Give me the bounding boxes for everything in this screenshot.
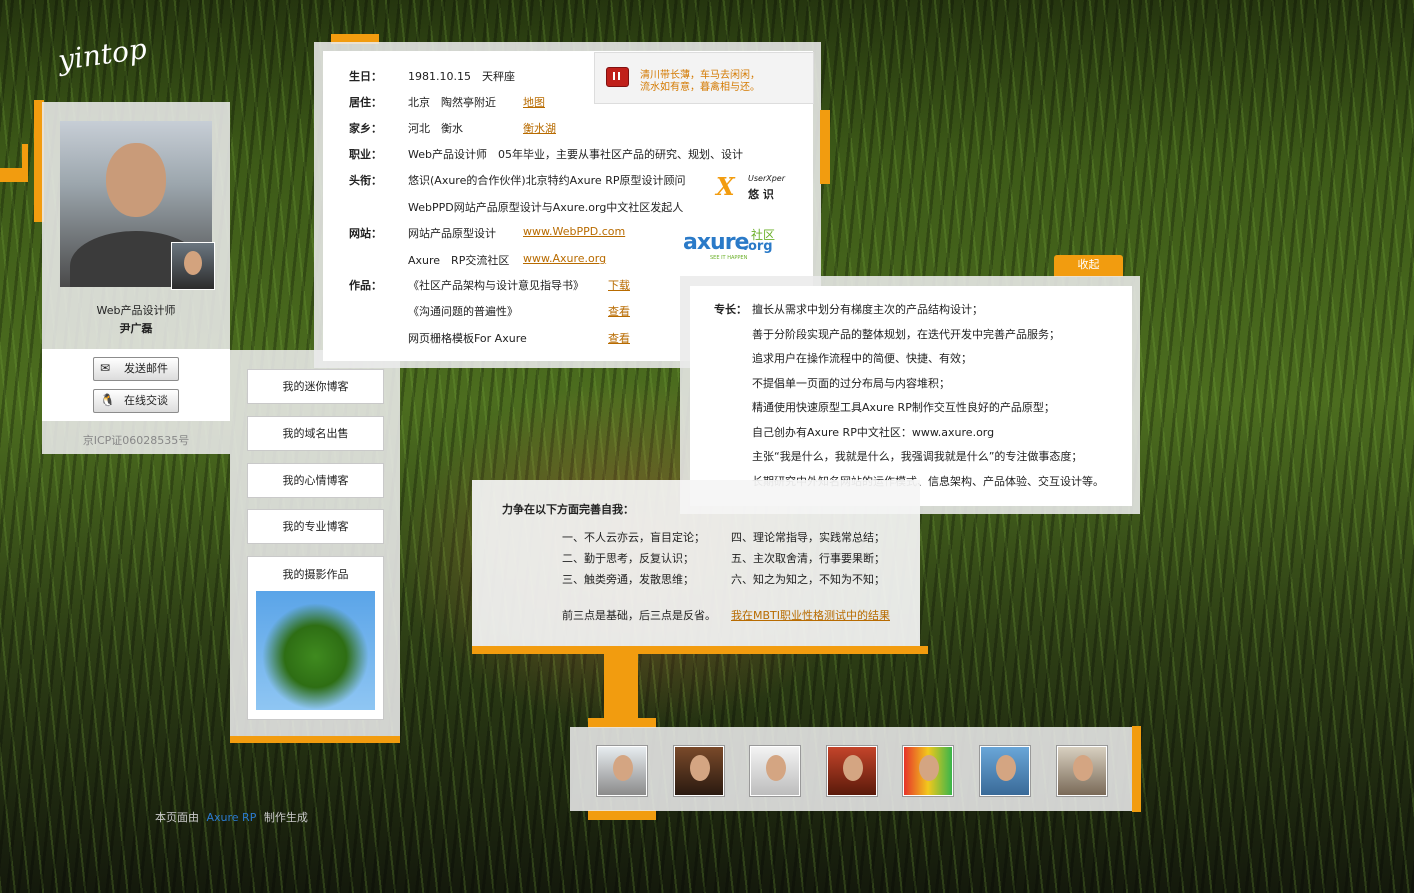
birthday-label: 生日： xyxy=(349,70,382,83)
webppd-link[interactable]: www.WebPPD.com xyxy=(523,225,625,238)
pause-icon-bar xyxy=(618,72,620,80)
title-label: 头衔： xyxy=(349,174,382,187)
improve-right-item: 五、主次取舍清，行事要果断； xyxy=(731,552,885,565)
userxper-x-icon: X xyxy=(716,172,735,201)
nav-photo-works[interactable]: 我的摄影作品 xyxy=(248,566,383,582)
improve-summary: 前三点是基础，后三点是反省。 xyxy=(562,609,716,622)
work-1: 《社区产品架构与设计意见指导书》 xyxy=(408,279,584,292)
collapse-button[interactable]: 收起 xyxy=(1054,255,1123,277)
friend-avatar[interactable] xyxy=(596,745,648,797)
send-mail-label: 发送邮件 xyxy=(124,362,168,375)
site-logo[interactable]: yintop xyxy=(56,32,149,77)
specialty-item: 自己创办有Axure RP中文社区：www.axure.org xyxy=(752,426,995,439)
footer-credit: 本页面由 Axure RP 制作生成 xyxy=(155,809,308,825)
online-chat-button[interactable]: 🐧 在线交谈 xyxy=(93,389,179,413)
works-label: 作品： xyxy=(349,279,382,292)
nav-domain-sale[interactable]: 我的域名出售 xyxy=(247,416,384,451)
specialty-item: 擅长从需求中划分有梯度主次的产品结构设计； xyxy=(752,303,983,316)
specialty-label: 专长： xyxy=(714,303,747,316)
mail-icon: ✉ xyxy=(100,361,111,375)
nav-mini-blog[interactable]: 我的迷你博客 xyxy=(247,369,384,404)
improve-right-item: 六、知之为知之，不知为不知； xyxy=(731,573,885,586)
accent-bar xyxy=(820,110,830,184)
friend-avatar[interactable] xyxy=(902,745,954,797)
accent-bar xyxy=(588,810,656,820)
userxper-brand: UserXper xyxy=(748,174,786,183)
specialty-item: 追求用户在操作流程中的简便、快捷、有效； xyxy=(752,352,972,365)
qq-penguin-icon: 🐧 xyxy=(100,393,115,407)
userxper-cn: 悠 识 xyxy=(748,188,774,201)
title-line-2: WebPPD网站产品原型设计与Axure.org中文社区发起人 xyxy=(408,201,684,214)
residence-label: 居住： xyxy=(349,96,382,109)
improve-left-item: 三、触类旁通，发散思维； xyxy=(562,573,694,586)
online-chat-label: 在线交谈 xyxy=(124,394,168,407)
music-line-2: 流水如有意，暮禽相与还。 xyxy=(640,82,760,93)
axure-logo[interactable]: axure .org 社区 SEE IT HAPPEN xyxy=(683,226,783,264)
map-link[interactable]: 地图 xyxy=(523,94,545,110)
accent-bar xyxy=(230,736,400,743)
userxper-logo[interactable]: X UserXper 悠 识 xyxy=(716,172,786,202)
hometown-value: 河北 衡水 xyxy=(408,122,463,135)
friend-avatar[interactable] xyxy=(826,745,878,797)
site2-name: Axure RP交流社区 xyxy=(408,254,510,267)
job-value: Web产品设计师 05年毕业，主要从事社区产品的研究、规划、设计 xyxy=(408,148,743,161)
specialty-item: 不提倡单一页面的过分布局与内容堆积； xyxy=(752,377,950,390)
improve-right-item: 四、理论常指导，实践常总结； xyxy=(731,531,885,544)
website-label: 网站： xyxy=(349,227,382,240)
axure-community: 社区 xyxy=(751,228,776,242)
specialty-item: 善于分阶段实现产品的整体规划，在迭代开发中完善产品服务； xyxy=(752,328,1060,341)
mbti-result-link[interactable]: 我在MBTI职业性格测试中的结果 xyxy=(731,607,890,623)
axure-tagline: SEE IT HAPPEN xyxy=(710,255,748,261)
improve-left-item: 二、勤于思考，反复认识； xyxy=(562,552,694,565)
nav-mood-blog[interactable]: 我的心情博客 xyxy=(247,463,384,498)
work-3-view-link[interactable]: 查看 xyxy=(608,330,630,346)
axure-org-link[interactable]: www.Axure.org xyxy=(523,252,606,265)
site1-name: 网站产品原型设计 xyxy=(408,227,496,240)
small-avatar[interactable] xyxy=(171,242,215,290)
friend-avatar[interactable] xyxy=(1056,745,1108,797)
title-line-1: 悠识(Axure的合作伙伴)北京特约Axure RP原型设计顾问 xyxy=(408,174,686,187)
accent-bar xyxy=(0,168,24,182)
birthday-value: 1981.10.15 天秤座 xyxy=(408,70,515,83)
accent-bar xyxy=(1132,726,1141,812)
specialty-item: 主张“我是什么，我就是什么，我强调我就是什么”的专注做事态度； xyxy=(752,450,1083,463)
accent-bar xyxy=(22,144,28,182)
work-2: 《沟通问题的普遍性》 xyxy=(408,305,518,318)
axure-brand: axure xyxy=(683,230,749,255)
profile-title: Web产品设计师 xyxy=(96,304,176,317)
footer-suffix: 制作生成 xyxy=(263,811,308,824)
accent-bar xyxy=(604,654,638,718)
footer-prefix: 本页面由 xyxy=(155,811,199,824)
nav-pro-blog[interactable]: 我的专业博客 xyxy=(247,509,384,544)
icp-number: 京ICP证06028535号 xyxy=(82,434,190,447)
residence-value: 北京 陶然亭附近 xyxy=(408,96,496,109)
hengshui-lake-link[interactable]: 衡水湖 xyxy=(523,120,556,136)
tree-photo[interactable] xyxy=(256,591,375,710)
improve-title: 力争在以下方面完善自我： xyxy=(502,503,634,516)
accent-bar xyxy=(472,646,928,654)
work-1-download-link[interactable]: 下载 xyxy=(608,277,630,293)
profile-name: 尹广磊 xyxy=(119,322,153,335)
play-button[interactable] xyxy=(606,67,629,87)
specialty-item: 精通使用快速原型工具Axure RP制作交互性良好的产品原型； xyxy=(752,401,1055,414)
pause-icon xyxy=(613,72,615,80)
work-3: 网页栅格模板For Axure xyxy=(408,332,527,345)
hometown-label: 家乡： xyxy=(349,122,382,135)
send-mail-button[interactable]: ✉ 发送邮件 xyxy=(93,357,179,381)
photo-works-box[interactable]: 我的摄影作品 xyxy=(247,556,384,720)
friend-avatar[interactable] xyxy=(673,745,725,797)
friend-avatar[interactable] xyxy=(979,745,1031,797)
axure-rp-link[interactable]: Axure RP xyxy=(207,811,257,824)
job-label: 职业： xyxy=(349,148,382,161)
improve-left-item: 一、不人云亦云，盲目定论； xyxy=(562,531,705,544)
work-2-view-link[interactable]: 查看 xyxy=(608,303,630,319)
friend-avatar[interactable] xyxy=(749,745,801,797)
